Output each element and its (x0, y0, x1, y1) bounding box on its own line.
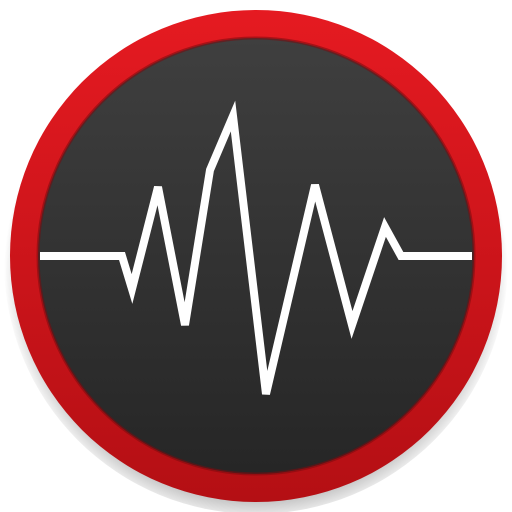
waveform-app-icon (4, 10, 508, 512)
